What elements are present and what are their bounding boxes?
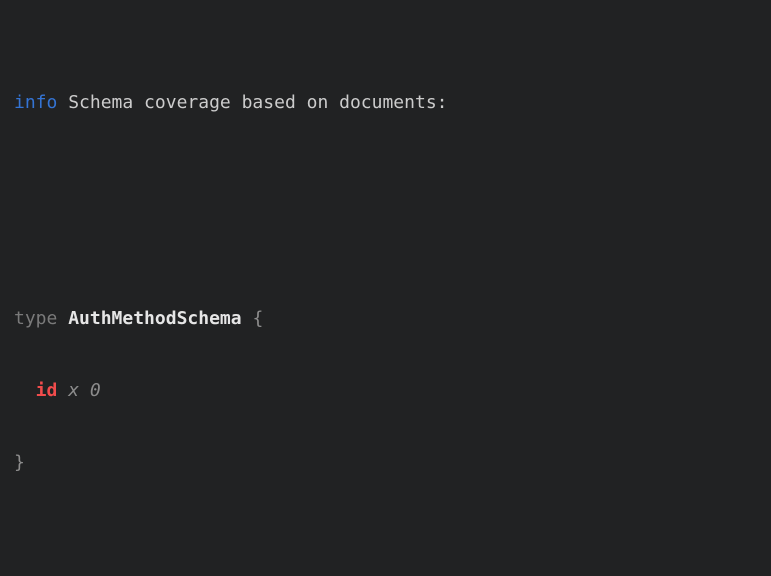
blank-line xyxy=(14,187,757,211)
block-close-line: } xyxy=(14,451,757,475)
type-name: AuthMethodSchema xyxy=(68,308,241,329)
type-header-line: type AuthMethodSchema { xyxy=(14,307,757,331)
field-count: x 0 xyxy=(68,380,101,401)
close-brace: } xyxy=(14,452,25,473)
terminal-output: info Schema coverage based on documents:… xyxy=(0,0,771,576)
info-line: info Schema coverage based on documents: xyxy=(14,91,757,115)
field-line: id x 0 xyxy=(14,379,757,403)
blank-line xyxy=(14,547,757,571)
open-brace: { xyxy=(252,308,263,329)
info-message: Schema coverage based on documents: xyxy=(68,92,447,113)
field-name: id xyxy=(36,380,58,401)
info-label: info xyxy=(14,92,57,113)
type-keyword: type xyxy=(14,308,57,329)
